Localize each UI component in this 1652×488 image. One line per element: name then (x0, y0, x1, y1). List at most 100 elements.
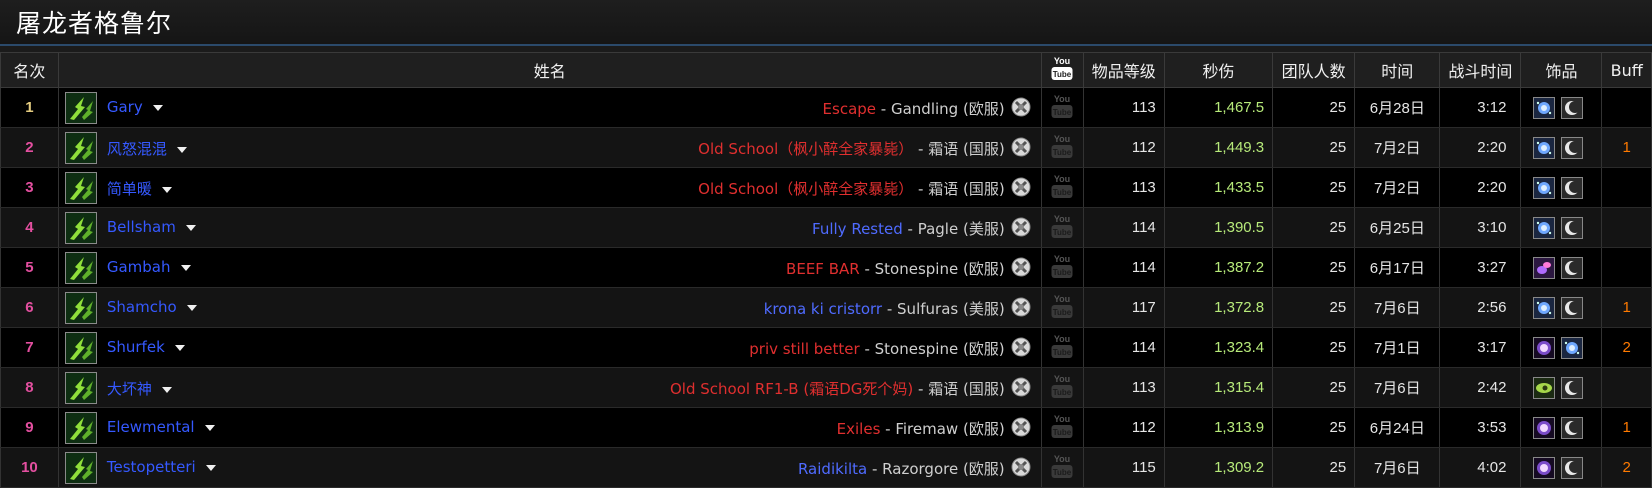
player-name-link[interactable]: 大坏神 (107, 378, 172, 399)
guild-name-link[interactable]: Old School（枫小醉全家暴毙） (698, 180, 913, 198)
crescent-icon[interactable] (1561, 216, 1584, 239)
green-eye-icon[interactable] (1533, 376, 1556, 399)
youtube-icon[interactable]: You Tube (1051, 172, 1073, 200)
youtube-tube-text: Tube (1053, 188, 1072, 197)
chevron-down-icon[interactable] (176, 146, 187, 153)
youtube-icon[interactable]: You Tube (1051, 92, 1073, 120)
pink-orb-icon[interactable] (1533, 416, 1556, 439)
pink-orb-icon[interactable] (1533, 456, 1556, 479)
crescent-icon[interactable] (1561, 256, 1584, 279)
crescent-icon[interactable] (1561, 456, 1584, 479)
player-name-link[interactable]: Shamcho (107, 298, 197, 316)
table-row: 7 Shurfek priv still better - Stonespine… (0, 327, 1652, 368)
blue-orb-icon[interactable] (1533, 96, 1556, 119)
guild-name-link[interactable]: Fully Rested (812, 220, 903, 238)
class-spec-icon[interactable] (64, 172, 97, 204)
player-name-link[interactable]: Elewmental (107, 418, 215, 436)
youtube-icon[interactable]: You Tube (1051, 452, 1073, 480)
col-dps[interactable]: 秒伤 (1163, 52, 1274, 88)
player-name: Shamcho (106, 298, 177, 316)
player-name-link[interactable]: Gary (107, 98, 163, 116)
class-spec-icon[interactable] (64, 332, 97, 364)
youtube-icon[interactable]: You Tube (1051, 132, 1073, 160)
youtube-icon[interactable]: You Tube (1051, 332, 1073, 360)
fight-time-cell: 3:27 (1439, 247, 1522, 288)
class-spec-icon[interactable] (64, 372, 97, 404)
chevron-down-icon[interactable] (180, 264, 191, 271)
youtube-you-text: You (1054, 214, 1070, 224)
dps-cell: 1,390.5 (1163, 207, 1274, 248)
guild-name-link[interactable]: priv still better (749, 340, 859, 358)
dps-cell: 1,372.8 (1163, 287, 1274, 328)
guild-name-link[interactable]: krona ki cristorr (764, 300, 882, 318)
player-name-link[interactable]: 简单暖 (107, 178, 172, 199)
player-name-link[interactable]: Bellsham (107, 218, 196, 236)
server-name: - Sulfuras (美服) (886, 300, 1005, 318)
class-spec-icon[interactable] (64, 452, 97, 484)
player-name-link[interactable]: Testopetteri (107, 458, 216, 476)
raid-size-cell: 25 (1272, 167, 1356, 208)
class-spec-icon[interactable] (64, 412, 97, 444)
guild-name-link[interactable]: BEEF BAR (786, 260, 860, 278)
col-fight-time[interactable]: 战斗时间 (1439, 52, 1522, 88)
faction-icon (1011, 217, 1031, 237)
chevron-down-icon[interactable] (161, 386, 172, 393)
player-name-link[interactable]: Gambah (107, 258, 191, 276)
crescent-icon[interactable] (1561, 176, 1584, 199)
player-name-link[interactable]: Shurfek (107, 338, 185, 356)
youtube-icon[interactable]: You Tube (1051, 212, 1073, 240)
video-cell: You Tube (1040, 127, 1084, 168)
guild-name-link[interactable]: Escape (823, 100, 876, 118)
col-raid-size[interactable]: 团队人数 (1272, 52, 1356, 88)
crescent-icon[interactable] (1561, 96, 1584, 119)
class-spec-icon[interactable] (64, 252, 97, 284)
player-name-link[interactable]: 风怒混混 (107, 138, 187, 159)
youtube-icon[interactable]: You Tube (1051, 252, 1073, 280)
blue-orb-icon[interactable] (1533, 176, 1556, 199)
youtube-icon[interactable]: You Tube (1051, 292, 1073, 320)
youtube-you-text: You (1054, 174, 1070, 184)
blue-orb-icon[interactable] (1533, 296, 1556, 319)
dps-cell: 1,309.2 (1163, 447, 1274, 488)
chevron-down-icon[interactable] (174, 344, 185, 351)
player-cell: Elewmental Exiles - Firemaw (欧服) (57, 407, 1042, 448)
server-name: - Stonespine (欧服) (864, 260, 1005, 278)
crescent-icon[interactable] (1561, 416, 1584, 439)
blue-orb-icon[interactable] (1533, 136, 1556, 159)
class-spec-icon[interactable] (64, 292, 97, 324)
youtube-icon[interactable]: You Tube (1051, 412, 1073, 440)
buff-cell (1601, 367, 1652, 408)
blue-orb-icon[interactable] (1533, 216, 1556, 239)
crescent-icon[interactable] (1561, 136, 1584, 159)
chevron-down-icon[interactable] (152, 104, 163, 111)
guild-name-link[interactable]: Exiles (837, 420, 881, 438)
col-ilvl[interactable]: 物品等级 (1082, 52, 1165, 88)
crescent-icon[interactable] (1561, 376, 1584, 399)
purple-swirl-icon[interactable] (1533, 256, 1556, 279)
player-name: Testopetteri (106, 458, 196, 476)
pink-orb-icon[interactable] (1533, 336, 1556, 359)
table-row: 10 Testopetteri Raidikilta - Razorgore (… (0, 447, 1652, 488)
col-name[interactable]: 姓名 (57, 52, 1042, 88)
col-video: You Tube (1040, 52, 1084, 88)
chevron-down-icon[interactable] (204, 424, 215, 431)
class-spec-icon[interactable] (64, 212, 97, 244)
table-row: 3 简单暖 Old School（枫小醉全家暴毙） - 霜语 (国服) You … (0, 167, 1652, 208)
blue-orb-icon[interactable] (1561, 336, 1584, 359)
crescent-icon[interactable] (1561, 296, 1584, 319)
youtube-icon[interactable]: You Tube (1051, 372, 1073, 400)
chevron-down-icon[interactable] (205, 464, 216, 471)
col-date[interactable]: 时间 (1354, 52, 1441, 88)
youtube-tube-text: Tube (1053, 148, 1072, 157)
chevron-down-icon[interactable] (161, 186, 172, 193)
chevron-down-icon[interactable] (186, 304, 197, 311)
guild-name-link[interactable]: Raidikilta (798, 460, 867, 478)
class-spec-icon[interactable] (64, 132, 97, 164)
col-rank[interactable]: 名次 (0, 52, 59, 88)
guild-name-link[interactable]: Old School（枫小醉全家暴毙） (698, 140, 913, 158)
chevron-down-icon[interactable] (185, 224, 196, 231)
rank-cell: 1 (0, 87, 59, 128)
rank-cell: 2 (0, 127, 59, 168)
guild-name-link[interactable]: Old School RF1-B (霜语DG死个妈) (670, 380, 913, 398)
class-spec-icon[interactable] (64, 92, 97, 124)
